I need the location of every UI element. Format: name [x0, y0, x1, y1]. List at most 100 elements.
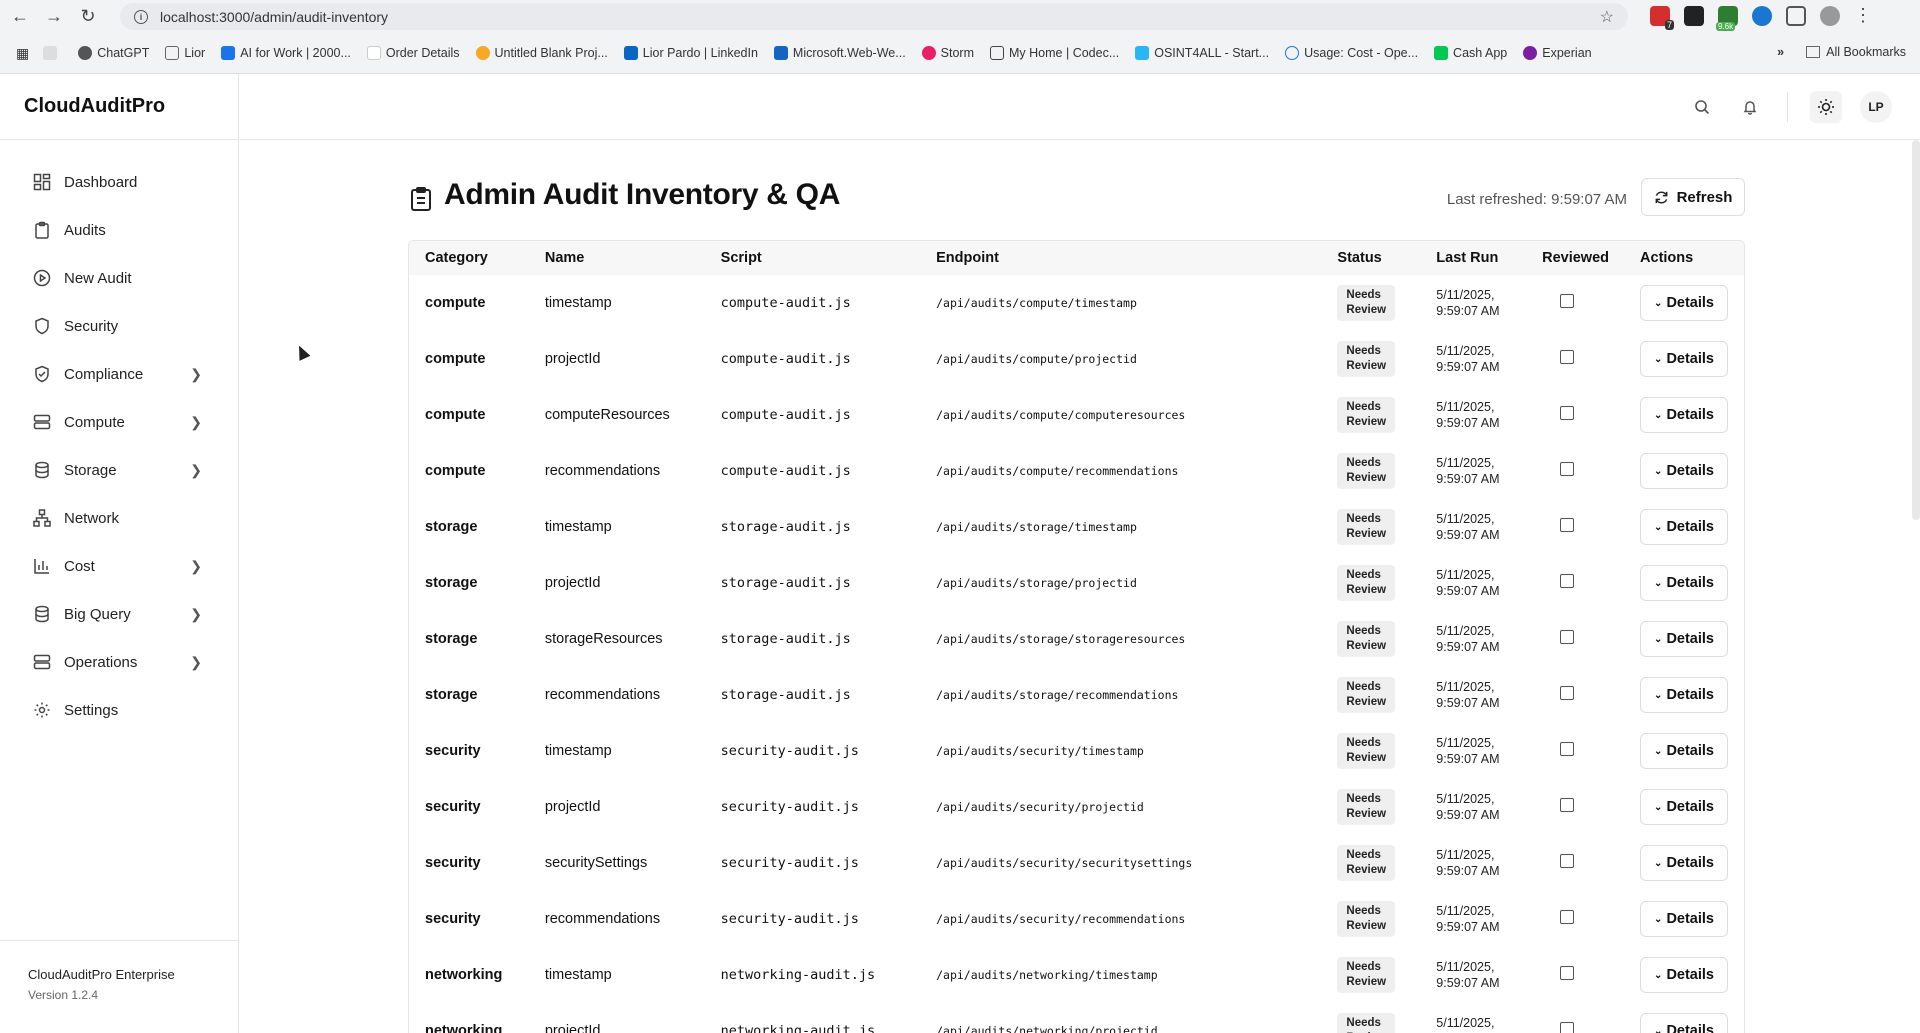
site-info-icon[interactable]: i — [134, 9, 148, 24]
last-run-time: 9:59:07 AM — [1436, 976, 1500, 990]
bell-icon[interactable] — [1738, 95, 1762, 119]
bookmark-item[interactable]: Cash App — [1434, 46, 1507, 60]
sidebar-item-compliance[interactable]: Compliance ❯ — [0, 350, 238, 398]
chevron-right-icon[interactable]: ❯ — [190, 462, 202, 479]
details-button[interactable]: ⌄ Details — [1640, 677, 1729, 713]
bookmark-item[interactable]: Order Details — [366, 46, 460, 60]
back-icon[interactable]: ← — [6, 3, 34, 31]
column-header-last-run[interactable]: Last Run — [1420, 241, 1526, 275]
details-button[interactable]: ⌄ Details — [1640, 397, 1729, 433]
details-button[interactable]: ⌄ Details — [1640, 733, 1729, 769]
sidebar-item-storage[interactable]: Storage ❯ — [0, 446, 238, 494]
search-icon[interactable] — [1690, 95, 1714, 119]
extension-icon[interactable]: 7 — [1650, 5, 1674, 30]
top-header: LP — [240, 74, 1920, 140]
reviewed-checkbox[interactable] — [1560, 966, 1575, 980]
theme-toggle-button[interactable] — [1810, 91, 1842, 123]
extension-icon[interactable] — [1752, 5, 1772, 26]
details-button[interactable]: ⌄ Details — [1640, 1013, 1729, 1033]
reviewed-checkbox[interactable] — [1560, 574, 1575, 588]
reload-icon[interactable]: ↻ — [74, 3, 102, 31]
bookmark-item[interactable]: My Home | Codec... — [990, 46, 1119, 60]
bookmark-star-icon[interactable]: ☆ — [1600, 7, 1614, 27]
bookmark-item[interactable]: Microsoft.Web-We... — [773, 46, 906, 60]
details-button[interactable]: ⌄ Details — [1640, 565, 1729, 601]
reviewed-checkbox[interactable] — [1560, 406, 1575, 420]
sidebar-item-dashboard[interactable]: Dashboard — [0, 158, 238, 206]
bookmark-item[interactable]: Lior Pardo | LinkedIn — [623, 46, 758, 60]
column-header-status[interactable]: Status — [1321, 241, 1420, 275]
column-header-script[interactable]: Script — [705, 241, 920, 275]
sidebar-item-new-audit[interactable]: New Audit — [0, 254, 238, 302]
address-bar[interactable]: i localhost:3000/admin/audit-inventory ☆ — [120, 3, 1628, 30]
chevron-double-right-icon[interactable]: » — [1777, 45, 1784, 59]
forward-icon[interactable]: → — [40, 3, 68, 31]
column-header-endpoint[interactable]: Endpoint — [920, 241, 1321, 275]
reviewed-checkbox[interactable] — [1560, 742, 1575, 756]
reviewed-checkbox[interactable] — [1560, 462, 1575, 476]
details-button[interactable]: ⌄ Details — [1640, 509, 1729, 545]
apps-grid-icon[interactable]: ▦ — [16, 45, 29, 62]
details-button[interactable]: ⌄ Details — [1640, 285, 1729, 321]
cell-script: compute-audit.js — [720, 463, 851, 479]
details-button[interactable]: ⌄ Details — [1640, 901, 1729, 937]
bookmark-folder[interactable]: Lior — [165, 46, 205, 60]
bookmark-item[interactable]: Usage: Cost - Ope... — [1285, 46, 1418, 60]
reviewed-checkbox[interactable] — [1560, 910, 1575, 924]
sidebar-item-cost[interactable]: Cost ❯ — [0, 542, 238, 590]
cell-script: networking-audit.js — [720, 967, 876, 983]
chevron-right-icon[interactable]: ❯ — [190, 366, 202, 383]
extension-icon[interactable]: 9.6k — [1716, 5, 1738, 31]
bookmark-item[interactable]: Untitled Blank Proj... — [475, 46, 608, 60]
browser-menu-icon[interactable]: ⋮ — [1854, 5, 1872, 26]
reviewed-checkbox[interactable] — [1560, 518, 1575, 532]
reviewed-checkbox[interactable] — [1560, 630, 1575, 644]
bookmark-item[interactable]: AI for Work | 2000... — [221, 46, 351, 60]
details-button[interactable]: ⌄ Details — [1640, 845, 1729, 881]
details-button[interactable]: ⌄ Details — [1640, 453, 1729, 489]
sidebar-item-network[interactable]: Network — [0, 494, 238, 542]
column-header-category[interactable]: Category — [409, 241, 529, 275]
reviewed-checkbox[interactable] — [1560, 1022, 1575, 1033]
profile-avatar-icon[interactable] — [1820, 5, 1840, 26]
sidebar-item-big-query[interactable]: Big Query ❯ — [0, 590, 238, 638]
reviewed-checkbox[interactable] — [1560, 294, 1575, 308]
refresh-button[interactable]: Refresh — [1641, 178, 1745, 216]
reviewed-checkbox[interactable] — [1560, 854, 1575, 868]
reviewed-checkbox[interactable] — [1560, 686, 1575, 700]
bookmark-item[interactable]: S — [43, 46, 62, 60]
chevron-right-icon[interactable]: ❯ — [190, 558, 202, 575]
main-scrollbar[interactable] — [1912, 140, 1920, 520]
reviewed-checkbox[interactable] — [1560, 350, 1575, 364]
chevron-right-icon[interactable]: ❯ — [190, 606, 202, 623]
all-bookmarks-link[interactable]: All Bookmarks — [1826, 45, 1906, 59]
details-button[interactable]: ⌄ Details — [1640, 957, 1729, 993]
bookmark-item[interactable]: Experian — [1523, 46, 1592, 60]
sidebar-item-settings[interactable]: Settings — [0, 686, 238, 734]
column-header-name[interactable]: Name — [529, 241, 705, 275]
cell-category: storage — [425, 575, 478, 591]
bookmark-item[interactable]: Storm — [921, 46, 974, 60]
cell-actions: ⌄ Details — [1624, 891, 1744, 947]
details-button[interactable]: ⌄ Details — [1640, 341, 1729, 377]
sidebar-item-operations[interactable]: Operations ❯ — [0, 638, 238, 686]
brand-logo[interactable]: CloudAuditPro — [0, 74, 238, 140]
sidebar-item-audits[interactable]: Audits — [0, 206, 238, 254]
reviewed-checkbox[interactable] — [1560, 798, 1575, 812]
chevron-right-icon[interactable]: ❯ — [190, 414, 202, 431]
chevron-right-icon[interactable]: ❯ — [190, 654, 202, 671]
url-text[interactable]: localhost:3000/admin/audit-inventory — [160, 9, 388, 25]
column-header-reviewed[interactable]: Reviewed — [1526, 241, 1624, 275]
extension-icon[interactable] — [1684, 5, 1704, 26]
bookmark-item[interactable]: OSINT4ALL - Start... — [1135, 46, 1269, 60]
details-button[interactable]: ⌄ Details — [1640, 789, 1729, 825]
sidebar-item-compute[interactable]: Compute ❯ — [0, 398, 238, 446]
details-button[interactable]: ⌄ Details — [1640, 621, 1729, 657]
cell-script: storage-audit.js — [720, 631, 851, 647]
extensions-puzzle-icon[interactable] — [1786, 5, 1806, 26]
details-label: Details — [1666, 967, 1714, 983]
user-avatar[interactable]: LP — [1860, 91, 1892, 123]
bookmark-item[interactable]: ChatGPT — [78, 46, 149, 60]
sidebar-item-security[interactable]: Security — [0, 302, 238, 350]
status-badge-line: Review — [1346, 976, 1387, 988]
